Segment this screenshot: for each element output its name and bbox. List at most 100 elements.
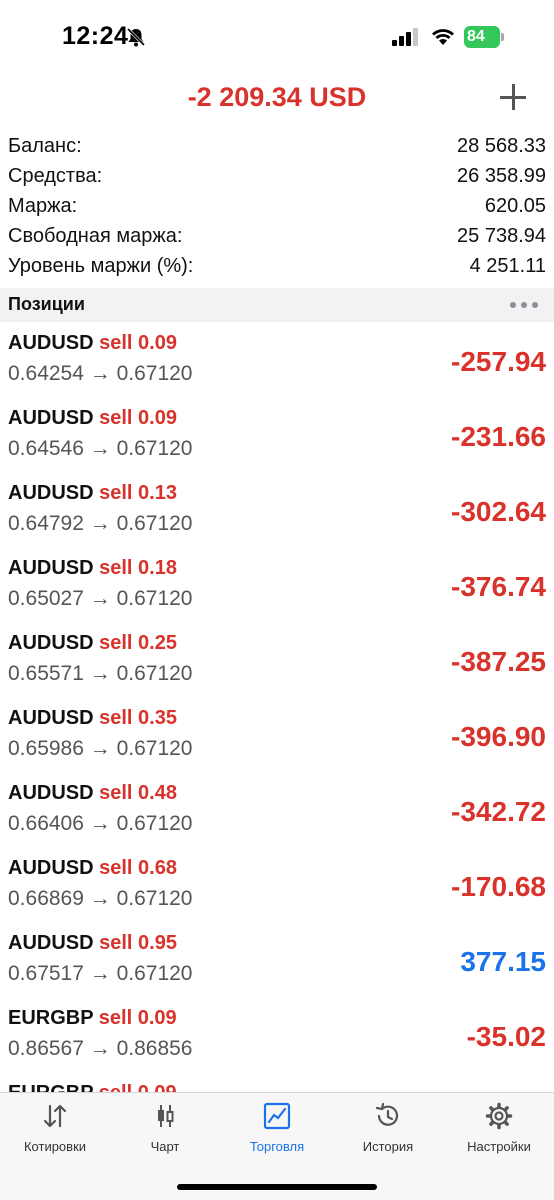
position-profit: -257.94 [451,346,546,377]
tab-label: История [362,1139,414,1154]
position-symbol: AUDUSD [8,407,94,429]
position-profit: -170.68 [451,871,546,902]
bell-muted-icon [126,27,146,47]
account-summary: Баланс: 28 568.33 Средства: 26 358.99 Ма… [0,131,554,281]
position-profit: -396.90 [451,721,546,752]
position-prices: 0.64254 → 0.67120 [8,362,193,385]
status-time: 12:24 [62,22,129,50]
position-prices: 0.65571 → 0.67120 [8,662,193,685]
tab-label: Чарт [150,1139,180,1154]
position-row[interactable]: EURGBP sell 0.09 [0,1072,554,1092]
position-profit: -376.74 [451,571,546,602]
wifi-icon [432,29,454,45]
position-side: sell 0.18 [99,557,177,579]
tab-history[interactable]: История [333,1101,443,1154]
tab-label: Настройки [467,1139,531,1154]
position-symbol: AUDUSD [8,932,94,954]
position-prices: 0.66406 → 0.67120 [8,812,193,835]
position-row[interactable]: AUDUSD sell 0.68 0.66869 → 0.67120 -170.… [0,847,554,922]
summary-label: Уровень маржи (%): [8,254,194,277]
position-side: sell 0.09 [98,1007,177,1029]
position-row[interactable]: AUDUSD sell 0.09 0.64254 → 0.67120 -257.… [0,322,554,397]
position-prices: 0.65986 → 0.67120 [8,737,193,760]
bottom-tab-bar: Котировки Чарт Торговля История Настройк… [0,1092,554,1200]
margin-row: Маржа: 620.05 [0,191,554,221]
position-side: sell 0.35 [99,707,177,729]
position-side: sell 0.68 [99,857,177,879]
summary-label: Маржа: [8,194,78,217]
floating-profit-total: -2 209.34 USD [187,82,367,112]
position-side: sell 0.25 [99,632,177,654]
summary-value: 4 251.11 [469,254,546,277]
new-order-button[interactable] [498,82,528,112]
position-symbol: AUDUSD [8,632,94,654]
position-row[interactable]: AUDUSD sell 0.18 0.65027 → 0.67120 -376.… [0,547,554,622]
position-profit: -302.64 [451,496,546,527]
summary-label: Средства: [8,164,103,187]
summary-value: 25 738.94 [457,224,546,247]
free-margin-row: Свободная маржа: 25 738.94 [0,221,554,251]
summary-value: 28 568.33 [457,134,546,157]
position-profit: -387.25 [451,646,546,677]
positions-list[interactable]: AUDUSD sell 0.09 0.64254 → 0.67120 -257.… [0,322,554,1092]
position-profit: -231.66 [451,421,546,452]
position-symbol: AUDUSD [8,557,94,579]
position-prices: 0.67517 → 0.67120 [8,962,193,985]
position-prices: 0.86567 → 0.86856 [8,1037,193,1060]
quotes-icon [43,1104,67,1128]
position-symbol: AUDUSD [8,332,94,354]
position-symbol: AUDUSD [8,707,94,729]
position-row[interactable]: AUDUSD sell 0.13 0.64792 → 0.67120 -302.… [0,472,554,547]
tab-label: Торговля [249,1139,305,1154]
balance-row: Баланс: 28 568.33 [0,131,554,161]
position-symbol: EURGBP [8,1082,93,1092]
battery-level: 84 [467,28,485,45]
header: -2 209.34 USD [0,72,554,128]
battery-indicator: 84 [464,26,504,48]
more-options-icon[interactable] [510,302,538,308]
position-prices: 0.66869 → 0.67120 [8,887,193,910]
position-profit: -35.02 [466,1021,546,1052]
summary-value: 620.05 [484,194,546,217]
tab-chart[interactable]: Чарт [110,1101,220,1154]
tab-trade[interactable]: Торговля [222,1101,332,1154]
position-side: sell 0.95 [99,932,177,954]
position-profit: -342.72 [451,796,546,827]
status-bar: 12:24 84 [0,0,554,72]
position-side: sell 0.09 [99,1082,177,1092]
position-row[interactable]: AUDUSD sell 0.09 0.64546 → 0.67120 -231.… [0,397,554,472]
position-prices: 0.65027 → 0.67120 [8,587,193,610]
history-icon [375,1102,399,1126]
summary-label: Баланс: [8,134,82,157]
tab-quotes[interactable]: Котировки [0,1101,110,1154]
summary-label: Свободная маржа: [8,224,183,247]
summary-value: 26 358.99 [457,164,546,187]
position-side: sell 0.48 [99,782,177,804]
position-row[interactable]: AUDUSD sell 0.35 0.65986 → 0.67120 -396.… [0,697,554,772]
tab-label: Котировки [23,1139,87,1154]
position-row[interactable]: AUDUSD sell 0.48 0.66406 → 0.67120 -342.… [0,772,554,847]
position-row[interactable]: AUDUSD sell 0.95 0.67517 → 0.67120 377.1… [0,922,554,997]
position-side: sell 0.13 [99,482,177,504]
position-symbol: AUDUSD [8,782,94,804]
position-prices: 0.64546 → 0.67120 [8,437,193,460]
position-row[interactable]: AUDUSD sell 0.25 0.65571 → 0.67120 -387.… [0,622,554,697]
position-row[interactable]: EURGBP sell 0.09 0.86567 → 0.86856 -35.0… [0,997,554,1072]
position-symbol: EURGBP [8,1007,94,1029]
cellular-signal-icon [392,28,418,46]
margin-level-row: Уровень маржи (%): 4 251.11 [0,251,554,281]
positions-title: Позиции [8,294,85,314]
chart-icon [158,1105,174,1127]
positions-section-header: Позиции [0,288,554,322]
position-symbol: AUDUSD [8,482,94,504]
position-side: sell 0.09 [99,407,177,429]
tab-settings[interactable]: Настройки [444,1101,554,1154]
settings-icon [485,1102,513,1130]
position-side: sell 0.09 [99,332,177,354]
trade-icon [263,1102,291,1130]
equity-row: Средства: 26 358.99 [0,161,554,191]
position-symbol: AUDUSD [8,857,94,879]
position-profit: 377.15 [460,946,546,977]
home-indicator[interactable] [177,1184,377,1190]
position-prices: 0.64792 → 0.67120 [8,512,193,535]
